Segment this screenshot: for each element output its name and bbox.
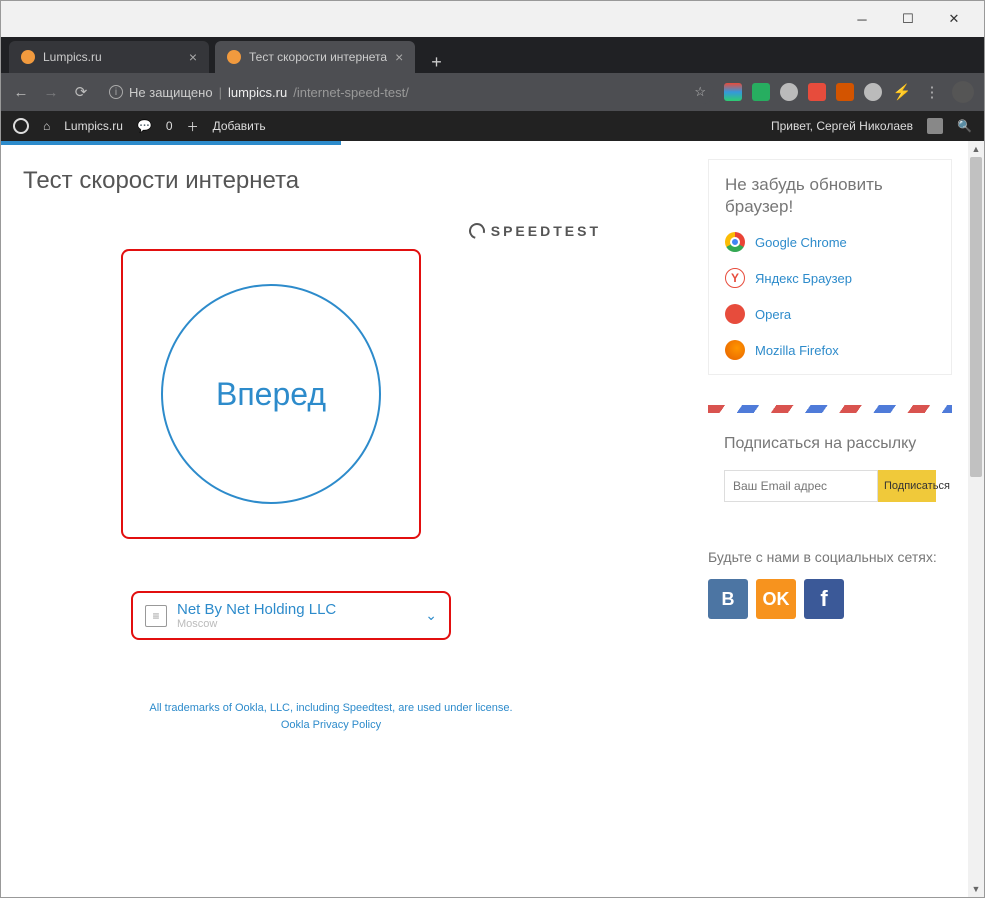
scroll-thumb[interactable] [970,157,982,477]
menu-button[interactable]: ⋮ [922,83,942,101]
server-selector[interactable]: ≡ Net By Net Holding LLC Moscow ⌄ [131,591,451,640]
url-path: /internet-speed-test/ [293,85,409,100]
browser-update-widget: Не забудь обновить браузер! Google Chrom… [708,159,952,375]
wp-home-icon: ⌂ [43,119,50,133]
comment-icon[interactable]: 💬 [137,119,152,133]
wp-add-new[interactable]: Добавить [213,119,266,133]
extension-icon[interactable] [780,83,798,101]
wordpress-icon[interactable] [13,118,29,134]
favicon-icon [21,50,35,64]
site-info-icon[interactable]: i [109,85,123,99]
page-title: Тест скорости интернета [23,167,688,195]
server-name: Net By Net Holding LLC [177,601,415,618]
url-host: lumpics.ru [228,85,287,100]
gauge-icon [466,220,488,242]
opera-icon [725,304,745,324]
tab-speedtest[interactable]: Тест скорости интернета × [215,41,415,73]
maximize-button[interactable]: ☐ [896,7,920,31]
minimize-button[interactable]: ─ [850,7,874,31]
search-icon[interactable]: 🔍 [957,119,972,133]
scroll-track[interactable] [968,157,984,881]
close-window-button[interactable]: ✕ [942,7,966,31]
forward-button[interactable]: → [41,84,61,101]
extension-icon[interactable] [808,83,826,101]
url-field[interactable]: i Не защищено | lumpics.ru/internet-spee… [101,80,714,104]
security-label: Не защищено [129,85,213,100]
trademark-notice: All trademarks of Ookla, LLC, including … [51,700,611,733]
scroll-up-button[interactable]: ▲ [968,141,984,157]
scrollbar[interactable]: ▲ ▼ [968,141,984,897]
tab-strip: Lumpics.ru × Тест скорости интернета × + [1,37,984,73]
extension-icon[interactable] [752,83,770,101]
facebook-icon[interactable]: f [804,579,844,619]
social-widget: Будьте с нами в социальных сетях: B OK f [708,548,952,620]
browser-link-yandex[interactable]: Яндекс Браузер [725,268,935,288]
close-tab-icon[interactable]: × [395,49,403,65]
subscribe-widget: Подписаться на рассылку Подписаться [708,405,952,517]
close-tab-icon[interactable]: × [189,49,197,65]
favicon-icon [227,50,241,64]
tab-lumpics[interactable]: Lumpics.ru × [9,41,209,73]
extension-icons: ⚡ ⋮ [724,81,974,103]
subscribe-button[interactable]: Подписаться [878,470,936,502]
extension-icon[interactable] [864,83,882,101]
browser-link-firefox[interactable]: Mozilla Firefox [725,340,935,360]
ok-icon[interactable]: OK [756,579,796,619]
server-icon: ≡ [145,605,167,627]
profile-avatar[interactable] [952,81,974,103]
wp-comment-count: 0 [166,119,173,133]
privacy-link[interactable]: Ookla Privacy Policy [51,717,611,734]
back-button[interactable]: ← [11,84,31,101]
window-titlebar: ─ ☐ ✕ [1,1,984,37]
scroll-down-button[interactable]: ▼ [968,881,984,897]
go-button[interactable]: Вперед [161,284,381,504]
tab-title: Lumpics.ru [43,50,181,64]
email-input[interactable] [724,470,878,502]
server-city: Moscow [177,618,415,630]
user-avatar-icon[interactable] [927,118,943,134]
new-tab-button[interactable]: + [421,52,452,73]
airmail-stripe [708,405,952,413]
extension-icon[interactable] [836,83,854,101]
subscribe-title: Подписаться на рассылку [724,433,936,455]
chrome-icon [725,232,745,252]
extension-icon[interactable]: ⚡ [892,83,912,101]
address-bar: ← → ⟳ i Не защищено | lumpics.ru/interne… [1,73,984,111]
firefox-icon [725,340,745,360]
wp-greeting[interactable]: Привет, Сергей Николаев [771,119,913,133]
go-button-annotation: Вперед [121,249,421,539]
reload-button[interactable]: ⟳ [71,83,91,101]
main-content: Тест скорости интернета SPEEDTEST Вперед… [1,141,708,897]
browser-link-opera[interactable]: Opera [725,304,935,324]
social-title: Будьте с нами в социальных сетях: [708,548,952,568]
wp-site-name[interactable]: Lumpics.ru [64,119,123,133]
browser-link-chrome[interactable]: Google Chrome [725,232,935,252]
extension-icon[interactable] [724,83,742,101]
vk-icon[interactable]: B [708,579,748,619]
accent-bar [1,141,341,145]
speedtest-brand: SPEEDTEST [31,223,601,239]
yandex-icon [725,268,745,288]
plus-icon: ＋ [187,118,199,135]
chevron-down-icon: ⌄ [425,607,437,624]
tab-title: Тест скорости интернета [249,50,387,64]
sidebar: Не забудь обновить браузер! Google Chrom… [708,141,968,897]
go-label: Вперед [216,376,326,413]
widget-title: Не забудь обновить браузер! [725,174,935,218]
bookmark-star-icon[interactable]: ☆ [694,84,706,100]
wp-admin-bar: ⌂ Lumpics.ru 💬 0 ＋ Добавить Привет, Серг… [1,111,984,141]
